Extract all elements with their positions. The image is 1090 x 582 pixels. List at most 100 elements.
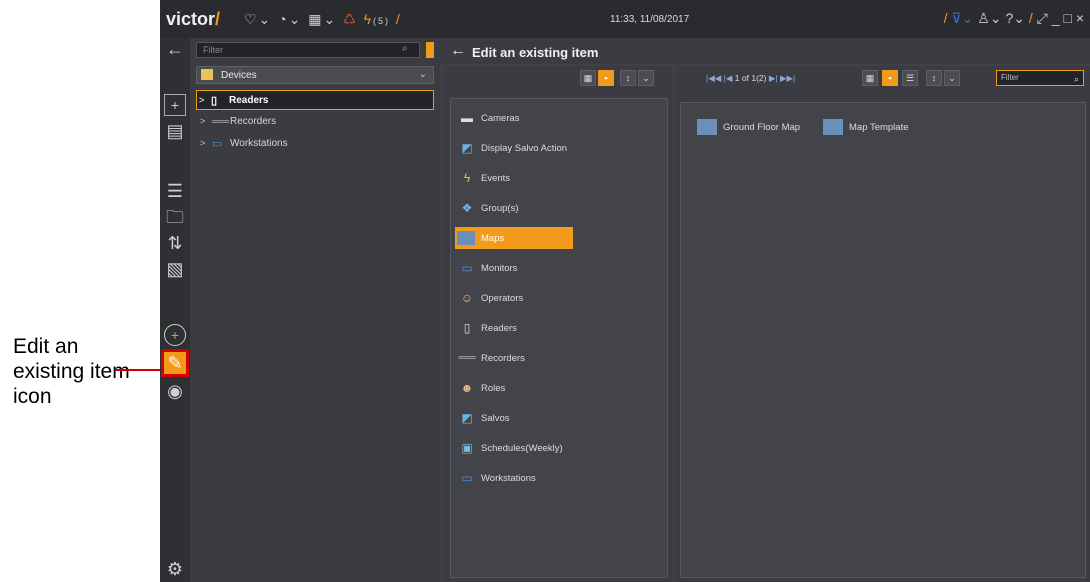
edit-header: ← Edit an existing item — [440, 38, 1090, 64]
minimize-icon[interactable]: _ — [1052, 10, 1060, 26]
top-toolbar: victor/ ♡⌄ ◔⌄ ▦⌄ ♺ ϟ(5) / 11:33, 11/08/2… — [160, 0, 1090, 38]
callout-line — [115, 369, 161, 371]
help-icon[interactable]: ?⌄ — [1005, 10, 1025, 26]
last-page-icon[interactable]: ▶▶| — [780, 73, 795, 83]
toolbar-icons: ♡⌄ ◔⌄ ▦⌄ ♺ ϟ(5) / — [244, 11, 402, 28]
prev-page-icon[interactable]: |◀ — [724, 73, 733, 83]
grid-view-icon[interactable]: ▦ — [862, 70, 878, 86]
type-item-recorders[interactable]: ═══ Recorders — [455, 347, 573, 369]
type-item-label: Maps — [481, 233, 505, 244]
items-filter-placeholder: Filter — [1001, 73, 1019, 82]
devices-dropdown[interactable]: Devices ⌄ — [196, 66, 434, 84]
chevron-right-icon[interactable]: > — [199, 95, 204, 105]
sort-icon[interactable]: ↕ — [620, 70, 636, 86]
recorder-icon: ═══ — [458, 353, 476, 362]
chevron-right-icon[interactable]: > — [200, 116, 205, 126]
items-toolbar: |◀◀ |◀ 1 of 1(2) ▶| ▶▶| ▦ ▪ ☰ ↕ ⌄ Filter… — [676, 66, 1090, 90]
list-view-icon[interactable]: ☰ — [902, 70, 918, 86]
large-icons-view-icon[interactable]: ▪ — [882, 70, 898, 86]
left-sidebar: ← + ▤ ☰ 🗀 ⇅ ▧ + ✎ ◉ ⚙ — [160, 38, 190, 582]
import-export-icon[interactable]: ⇅ — [164, 232, 186, 254]
salvo-icon: ◩ — [461, 411, 473, 425]
maximize-icon[interactable]: □ — [1063, 10, 1071, 26]
close-icon[interactable]: × — [1076, 10, 1084, 26]
workstation-icon: ▭ — [212, 138, 223, 150]
back-arrow-icon[interactable]: ← — [450, 42, 466, 60]
first-page-icon[interactable]: |◀◀ — [706, 73, 721, 83]
alerts-count: (5) — [372, 16, 390, 26]
large-icons-view-icon[interactable]: ▪ — [598, 70, 614, 86]
type-item-workstations[interactable]: ▭ Workstations — [455, 467, 573, 489]
lightning-icon: ϟ — [463, 171, 471, 185]
victor-app-window: victor/ ♡⌄ ◔⌄ ▦⌄ ♺ ϟ(5) / 11:33, 11/08/2… — [160, 0, 1090, 582]
view-eye-icon[interactable]: ◉ — [164, 380, 186, 402]
type-item-display-salvo-action[interactable]: ◩ Display Salvo Action — [455, 137, 573, 159]
device-filter-bar: Filter ⌕ — [196, 42, 434, 58]
user-icon[interactable]: ♙⌄ — [977, 10, 1001, 26]
schedule-icon: ▣ — [461, 441, 473, 455]
folder-icon[interactable]: 🗀 — [164, 206, 186, 228]
search-icon[interactable]: ⌕ — [1074, 72, 1079, 86]
lightning-alert-icon[interactable]: ϟ — [364, 11, 373, 27]
type-item-label: Workstations — [481, 473, 536, 484]
type-item-salvos[interactable]: ◩ Salvos — [455, 407, 573, 429]
type-item-monitors[interactable]: ▭ Monitors — [455, 257, 573, 279]
camera-icon: ▬ — [461, 111, 473, 125]
chevron-down-icon: ⌄ — [418, 69, 427, 80]
type-item-readers[interactable]: ▯ Readers — [455, 317, 573, 339]
items-filter-input[interactable]: Filter ⌕ — [996, 70, 1084, 86]
chevron-down-icon[interactable]: ⌄ — [944, 70, 960, 86]
tree-item-label: Recorders — [230, 116, 277, 127]
chevron-down-icon[interactable]: ⌄ — [638, 70, 654, 86]
edit-existing-item-icon[interactable]: ✎ — [161, 349, 189, 377]
item-type-list: ▬ Cameras ◩ Display Salvo Action ϟ Events ❖… — [450, 98, 668, 578]
type-item-roles[interactable]: ☻ Roles — [455, 377, 573, 399]
add-panel-icon[interactable]: + — [164, 94, 186, 116]
app-logo: victor/ — [166, 9, 221, 29]
type-item-label: Display Salvo Action — [481, 143, 568, 154]
report-icon[interactable]: ▧ — [164, 258, 186, 280]
list-icon[interactable]: ☰ — [164, 180, 186, 202]
type-item-label: Recorders — [481, 353, 525, 364]
device-filter-input[interactable]: Filter — [196, 42, 420, 58]
items-list: Ground Floor Map Map Template — [680, 102, 1086, 578]
type-item-maps[interactable]: Maps — [455, 227, 573, 249]
divider-slash-icon: / — [943, 10, 948, 26]
gauge-icon[interactable]: ◔⌄ — [278, 11, 302, 27]
group-icon: ❖ — [461, 201, 473, 215]
map-icon — [697, 119, 717, 135]
resize-icon[interactable]: ⤢ — [1037, 10, 1048, 26]
type-item-cameras[interactable]: ▬ Cameras — [455, 107, 573, 129]
edit-item-panel: ← Edit an existing item ▦ ▪ ↕ ⌄ ▬ Cameras… — [440, 38, 1090, 582]
heart-icon[interactable]: ♡⌄ — [244, 11, 272, 27]
tree-item-label: Workstations — [230, 138, 288, 149]
sort-icon[interactable]: ↕ — [926, 70, 942, 86]
grid-view-icon[interactable]: ▦⌄ — [308, 11, 337, 27]
search-icon[interactable]: ⌕ — [402, 43, 408, 54]
tree-item-readers[interactable]: > ▯ Readers — [196, 90, 434, 110]
item-type-column: ▦ ▪ ↕ ⌄ ▬ Cameras ◩ Display Salvo Action ϟ… — [444, 66, 672, 582]
settings-gear-icon[interactable]: ⚙ — [164, 558, 186, 580]
filter-tab-handle[interactable] — [426, 42, 434, 58]
type-item-schedules-weekly[interactable]: ▣ Schedules(Weekly) — [455, 437, 573, 459]
reader-icon: ▯ — [211, 95, 218, 107]
type-item-operators[interactable]: ☺ Operators — [455, 287, 573, 309]
back-arrow-icon[interactable]: ← — [164, 38, 186, 60]
item-label: Map Template — [849, 122, 909, 133]
tree-item-label: Readers — [229, 95, 269, 106]
devices-panel: Filter ⌕ Devices ⌄ > ▯ Readers > ═══ Rec… — [190, 38, 440, 582]
layout-icon[interactable]: ▤ — [164, 120, 186, 142]
grid-view-icon[interactable]: ▦ — [580, 70, 596, 86]
page-title: Edit an existing item — [472, 45, 599, 60]
add-new-item-icon[interactable]: + — [164, 324, 186, 346]
monitor-icon: ▭ — [461, 261, 473, 275]
type-item-groups[interactable]: ❖ Group(s) — [455, 197, 573, 219]
alarm-bell-icon[interactable]: ♺ — [343, 11, 358, 27]
chevron-right-icon[interactable]: > — [200, 138, 205, 148]
type-item-events[interactable]: ϟ Events — [455, 167, 573, 189]
type-item-label: Readers — [481, 323, 517, 334]
type-item-label: Salvos — [481, 413, 510, 424]
next-page-icon[interactable]: ▶| — [769, 73, 778, 83]
filter-funnel-icon[interactable]: ⊽⌄ — [951, 10, 973, 26]
roles-icon: ☻ — [460, 381, 474, 395]
